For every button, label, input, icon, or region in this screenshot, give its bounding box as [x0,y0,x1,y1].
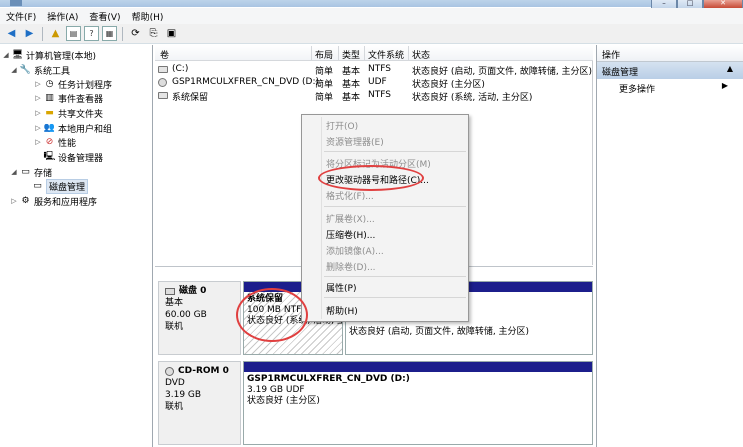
menu-item-extend[interactable]: 扩展卷(X)... [326,212,375,225]
menu-separator [324,297,466,298]
tools-icon: 🔧 [19,65,32,75]
tree-node-device-manager[interactable]: 🖳 设备管理器 [42,150,104,164]
help-icon[interactable]: ? [84,26,99,41]
submenu-arrow-icon: ▶ [721,81,728,90]
menu-gutter [321,117,322,319]
column-status[interactable]: 状态 [412,48,430,61]
shared-folder-icon: ▬ [45,108,54,118]
menu-file[interactable]: 文件(F) [6,10,36,23]
collapse-up-icon[interactable]: ▲ [727,64,733,73]
collapse-icon[interactable]: ◢ [10,168,18,176]
app-icon [10,0,22,6]
menu-separator [324,206,466,207]
menu-separator [324,151,466,152]
refresh-icon[interactable]: ⎘ [146,26,161,41]
menu-item-change-drive-letter[interactable]: 更改驱动器号和路径(C)... [326,173,429,186]
disk-management-icon: ▭ [33,181,42,191]
tree-node-shared-folders[interactable]: ▷ ▬ 共享文件夹 [34,106,103,120]
storage-icon: ▭ [21,167,30,177]
watermark [620,424,740,444]
menu-separator [324,276,466,277]
navigation-tree: ◢ 🖥 计算机管理(本地) ◢ 🔧 系统工具 ▷ ◷ 任务计划程序 ▷ ▥ 事件… [0,45,153,447]
tree-node-local-users[interactable]: ▷ 👥 本地用户和组 [34,121,112,135]
tree-node-services[interactable]: ▷ ⚙ 服务和应用程序 [10,194,97,208]
toolbar-separator [122,26,123,41]
up-folder-icon[interactable]: ▲ [48,26,63,41]
drive-icon [158,92,168,99]
menu-bar: 文件(F) 操作(A) 查看(V) 帮助(H) [0,8,743,24]
column-layout[interactable]: 布局 [315,48,333,61]
partition-d[interactable]: GSP1RMCULXFRER_CN_DVD (D:) 3.19 GB UDF 状… [243,361,593,445]
cdrom-0-label[interactable]: CD-ROM 0 DVD 3.19 GB 联机 [158,361,241,445]
disk-0-label[interactable]: 磁盘 0 基本 60.00 GB 联机 [158,281,241,355]
menu-item-delete[interactable]: 删除卷(D)... [326,260,376,273]
column-divider[interactable] [364,46,365,60]
column-type[interactable]: 类型 [342,48,360,61]
performance-icon: ⊘ [45,137,54,147]
volume-list-header: 卷 布局 类型 文件系统 状态 [155,45,593,61]
tree-node-task-scheduler[interactable]: ▷ ◷ 任务计划程序 [34,77,112,91]
expand-icon[interactable]: ▷ [34,109,42,117]
expand-icon[interactable]: ▷ [34,94,42,102]
table-row[interactable]: 系统保留 简单 基本 NTFS 状态良好 (系统, 活动, 主分区) [155,89,593,103]
expand-icon[interactable]: ▷ [10,197,18,205]
rescan-icon[interactable]: ⟳ [128,26,143,41]
disk-properties-icon[interactable]: ▣ [164,26,179,41]
cd-drive-icon [158,78,167,87]
column-divider[interactable] [338,46,339,60]
table-row[interactable]: GSP1RMCULXFRER_CN_DVD (D:) 简单 基本 UDF 状态良… [155,76,593,90]
column-volume[interactable]: 卷 [160,48,169,61]
computer-icon: 🖥 [11,50,24,60]
menu-item-add-mirror[interactable]: 添加镜像(A)... [326,244,384,257]
menu-item-explore[interactable]: 资源管理器(E) [326,135,384,148]
partition-bar [244,362,592,372]
properties-icon[interactable]: ▦ [102,26,117,41]
collapse-icon[interactable]: ◢ [2,51,10,59]
menu-item-open[interactable]: 打开(O) [326,119,358,132]
drive-icon [158,66,168,73]
expand-icon[interactable]: ▷ [34,138,42,146]
event-viewer-icon: ▥ [45,93,54,103]
column-divider[interactable] [408,46,409,60]
menu-item-mark-active[interactable]: 将分区标记为活动分区(M) [326,157,431,170]
expand-icon[interactable]: ▷ [34,124,42,132]
show-tree-icon[interactable]: ▤ [66,26,81,41]
actions-pane: 操作 磁盘管理 ▲ 更多操作 ▶ [596,45,743,447]
collapse-icon[interactable]: ◢ [10,66,18,74]
menu-action[interactable]: 操作(A) [47,10,78,23]
device-manager-icon: 🖳 [43,152,56,162]
tree-node-storage[interactable]: ◢ ▭ 存储 [10,165,52,179]
menu-help[interactable]: 帮助(H) [132,10,164,23]
users-icon: 👥 [43,123,56,133]
services-icon: ⚙ [21,196,30,206]
menu-item-help[interactable]: 帮助(H) [326,304,358,317]
menu-item-format[interactable]: 格式化(F)... [326,189,374,202]
menu-item-properties[interactable]: 属性(P) [326,281,356,294]
tree-node-performance[interactable]: ▷ ⊘ 性能 [34,135,76,149]
toolbar: ◀ ▶ ▲ ▤ ? ▦ ⟳ ⎘ ▣ [0,24,743,44]
context-menu: 打开(O) 资源管理器(E) 将分区标记为活动分区(M) 更改驱动器号和路径(C… [301,114,469,322]
table-row[interactable]: (C:) 简单 基本 NTFS 状态良好 (启动, 页面文件, 故障转储, 主分… [155,63,593,77]
cd-icon [165,366,174,376]
tree-node-disk-management[interactable]: ▭ 磁盘管理 [30,178,89,194]
tree-node-root[interactable]: ◢ 🖥 计算机管理(本地) [2,48,96,62]
scheduler-icon: ◷ [45,79,54,89]
toolbar-separator [42,26,43,41]
forward-arrow-icon[interactable]: ▶ [22,26,37,41]
title-bar: – □ ✕ [0,0,743,9]
column-filesystem[interactable]: 文件系统 [368,48,404,61]
tree-node-system-tools[interactable]: ◢ 🔧 系统工具 [10,63,70,77]
column-divider[interactable] [311,46,312,60]
disk-icon [165,287,175,295]
more-actions[interactable]: 更多操作 ▶ [597,79,743,96]
actions-section-disk-management[interactable]: 磁盘管理 ▲ [597,62,743,79]
tree-node-event-viewer[interactable]: ▷ ▥ 事件查看器 [34,91,103,105]
expand-icon[interactable]: ▷ [34,80,42,88]
actions-header: 操作 [597,45,743,62]
menu-view[interactable]: 查看(V) [89,10,120,23]
back-arrow-icon[interactable]: ◀ [4,26,19,41]
menu-item-shrink[interactable]: 压缩卷(H)... [326,228,375,241]
